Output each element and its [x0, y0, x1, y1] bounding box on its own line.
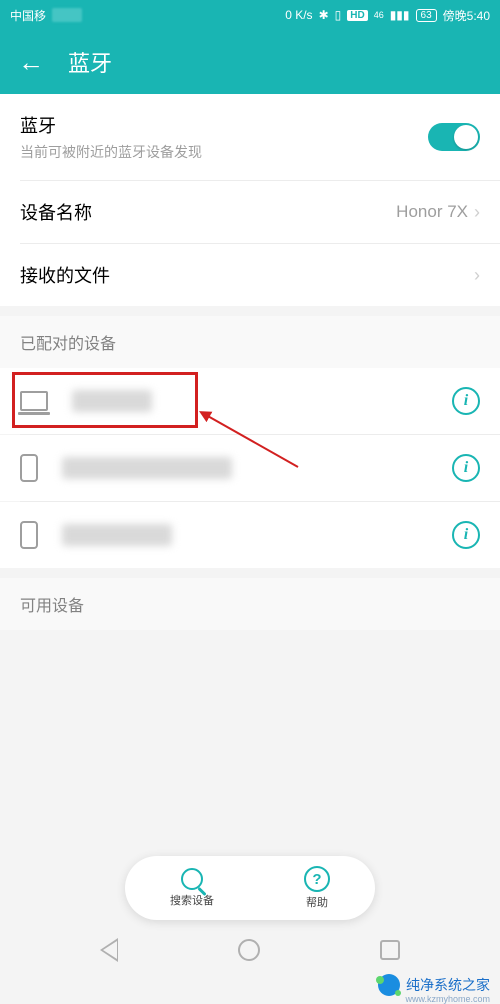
- device-name-redacted: [62, 524, 172, 546]
- app-header: ← 蓝牙: [0, 30, 500, 94]
- search-icon: [181, 868, 203, 890]
- bluetooth-status-icon: ✱: [319, 8, 329, 22]
- paired-section-header: 已配对的设备: [0, 316, 500, 368]
- network-icon: 46: [374, 10, 384, 20]
- info-icon[interactable]: i: [452, 521, 480, 549]
- system-nav-bar: [0, 928, 500, 972]
- received-files-label: 接收的文件: [20, 262, 474, 288]
- bluetooth-toggle-row[interactable]: 蓝牙 当前可被附近的蓝牙设备发现: [0, 94, 500, 180]
- watermark-logo-icon: [378, 974, 400, 996]
- info-icon[interactable]: i: [452, 454, 480, 482]
- device-name-redacted: [62, 457, 232, 479]
- nav-back-icon[interactable]: [100, 938, 118, 962]
- watermark: 纯净系统之家 www.kzmyhome.com: [378, 974, 490, 996]
- search-devices-label: 搜索设备: [170, 892, 214, 908]
- paired-device-row[interactable]: i: [0, 502, 500, 568]
- bottom-action-pill: 搜索设备 ? 帮助: [125, 856, 375, 920]
- device-name-label: 设备名称: [20, 199, 396, 225]
- section-gap: [0, 568, 500, 578]
- help-button[interactable]: ? 帮助: [304, 866, 330, 910]
- chevron-right-icon: ›: [474, 265, 480, 286]
- bluetooth-subtitle: 当前可被附近的蓝牙设备发现: [20, 142, 428, 162]
- watermark-url: www.kzmyhome.com: [405, 994, 490, 1004]
- received-files-row[interactable]: 接收的文件 ›: [0, 244, 500, 306]
- page-title: 蓝牙: [68, 46, 112, 78]
- laptop-icon: [20, 391, 48, 411]
- paired-device-row[interactable]: i: [0, 368, 500, 434]
- battery-icon: 63: [416, 9, 437, 22]
- section-gap: [0, 306, 500, 316]
- signal-icon: ▮▮▮: [390, 8, 410, 22]
- nav-home-icon[interactable]: [238, 939, 260, 961]
- help-icon: ?: [304, 866, 330, 892]
- phone-icon: [20, 521, 38, 549]
- phone-icon: [20, 454, 38, 482]
- available-section-header: 可用设备: [0, 578, 500, 630]
- bluetooth-toggle[interactable]: [428, 123, 480, 151]
- bluetooth-label: 蓝牙: [20, 112, 428, 138]
- vibrate-icon: ▯: [335, 8, 342, 22]
- info-icon[interactable]: i: [452, 387, 480, 415]
- status-bar: 中国移 0 K/s ✱ ▯ HD 46 ▮▮▮ 63 傍晚5:40: [0, 0, 500, 30]
- hd-icon: HD: [347, 10, 367, 21]
- carrier-label: 中国移: [10, 7, 46, 24]
- device-name-row[interactable]: 设备名称 Honor 7X ›: [0, 181, 500, 243]
- search-devices-button[interactable]: 搜索设备: [170, 868, 214, 908]
- watermark-text: 纯净系统之家: [406, 977, 490, 993]
- clock: 傍晚5:40: [443, 7, 490, 24]
- back-icon[interactable]: ←: [18, 47, 44, 78]
- chevron-right-icon: ›: [474, 202, 480, 223]
- device-name-value: Honor 7X: [396, 202, 468, 222]
- nav-recent-icon[interactable]: [380, 940, 400, 960]
- toggle-knob: [454, 125, 478, 149]
- help-label: 帮助: [306, 894, 328, 910]
- data-speed: 0 K/s: [285, 8, 312, 22]
- paired-device-row[interactable]: i: [0, 435, 500, 501]
- carrier-extra: [52, 8, 82, 22]
- device-name-redacted: [72, 390, 152, 412]
